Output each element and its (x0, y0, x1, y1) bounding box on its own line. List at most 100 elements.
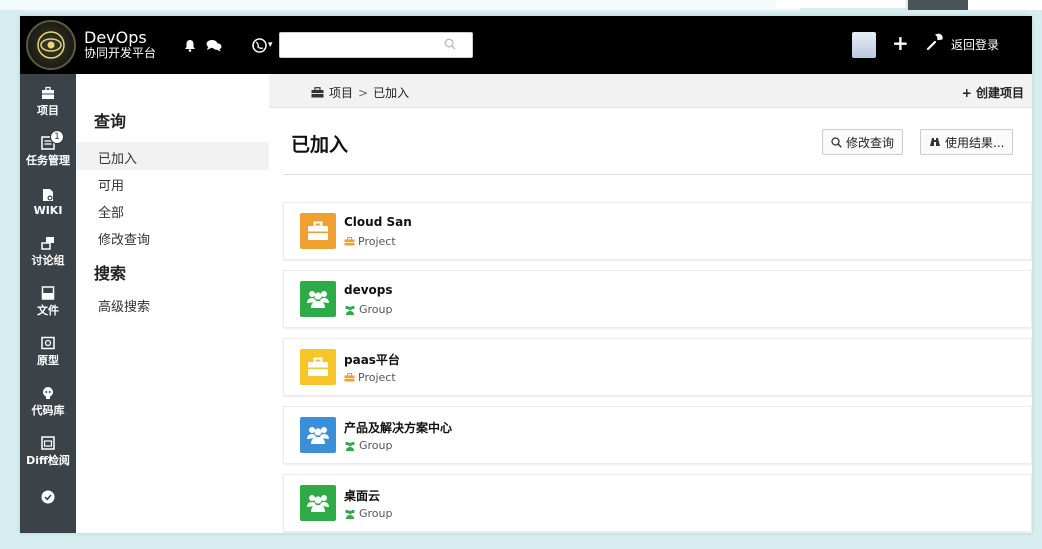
rail-label: Diff检阅 (26, 454, 70, 467)
app-logo[interactable] (26, 20, 76, 70)
modify-query-label: 修改查询 (846, 135, 895, 150)
result-title[interactable]: devops (344, 283, 393, 297)
globe-icon (252, 37, 267, 53)
result-type: Group (344, 303, 393, 316)
rail-item-more[interactable] (20, 490, 76, 504)
bell-icon[interactable] (184, 39, 196, 52)
background-panel (0, 0, 800, 10)
rail-item-files[interactable]: 文件 (20, 286, 76, 318)
filter-all[interactable]: 全部 (98, 202, 124, 221)
briefcase-icon (344, 373, 355, 382)
rail-item-prototype[interactable]: 原型 (20, 336, 76, 368)
file-icon (41, 286, 55, 300)
brand-subtitle: 协同开发平台 (84, 46, 157, 61)
plus-icon[interactable]: + (892, 31, 909, 55)
result-title[interactable]: 桌面云 (344, 487, 380, 504)
result-title[interactable]: paas平台 (344, 351, 400, 368)
wrench-icon[interactable] (926, 33, 944, 51)
user-avatar[interactable] (852, 32, 876, 58)
discussion-icon (41, 237, 54, 250)
breadcrumb-root[interactable]: 项目 (329, 84, 353, 101)
breadcrumb: 项目 > 已加入 (311, 84, 409, 101)
query-heading: 查询 (94, 112, 127, 131)
rail-item-code[interactable]: 代码库 (20, 386, 76, 418)
filter-sidebar: 查询 已加入 可用 全部 修改查询 搜索 高级搜索 (76, 74, 269, 533)
use-results-label: 使用结果... (945, 135, 1005, 150)
group-tile[interactable] (300, 281, 336, 317)
rail-label: 讨论组 (31, 254, 65, 267)
github-icon (43, 387, 53, 399)
briefcase-icon (344, 237, 355, 246)
check-icon (41, 490, 55, 504)
result-title[interactable]: Cloud San (344, 215, 412, 229)
divider (283, 174, 1032, 175)
group-icon (307, 427, 329, 444)
result-card[interactable]: 产品及解决方案中心 Group (283, 406, 1032, 464)
result-card[interactable]: devops Group (283, 270, 1032, 328)
search-icon[interactable] (444, 38, 456, 50)
wiki-icon (43, 189, 53, 201)
rail-item-tasks[interactable]: 1 任务管理 (20, 130, 76, 168)
project-tile[interactable] (300, 213, 336, 249)
group-tile[interactable] (300, 417, 336, 453)
page-title: 已加入 (291, 134, 349, 156)
search-heading: 搜索 (94, 264, 127, 283)
binoculars-icon (930, 138, 940, 146)
result-type-label: Group (359, 507, 393, 520)
main-content: 项目 > 已加入 + 创建项目 已加入 修改查询 使用结果... Cloud S… (269, 74, 1032, 533)
rail-item-diff[interactable]: Diff检阅 (20, 436, 76, 468)
globe-menu[interactable]: ▾ (252, 37, 273, 53)
group-icon (345, 305, 355, 315)
background-panel (968, 0, 1042, 10)
briefcase-icon (42, 86, 54, 99)
task-count-badge: 1 (50, 130, 64, 144)
result-card[interactable]: Cloud San Project (283, 202, 1032, 260)
rail-item-discussion[interactable]: 讨论组 (20, 236, 76, 268)
result-title[interactable]: 产品及解决方案中心 (344, 419, 452, 436)
rail-label: 任务管理 (26, 154, 70, 167)
briefcase-icon (308, 221, 328, 240)
rail-item-projects[interactable]: 项目 (20, 86, 76, 118)
project-tile[interactable] (300, 349, 336, 385)
rail-label: WIKI (33, 204, 63, 217)
brand-name: DevOps (84, 28, 147, 48)
group-icon (345, 441, 355, 451)
breadcrumb-current: 已加入 (373, 86, 410, 100)
briefcase-icon (311, 87, 324, 98)
modify-query-button[interactable]: 修改查询 (822, 129, 904, 155)
rail-label: 文件 (37, 304, 59, 317)
app-window: DevOps 协同开发平台 ▾ + 返回登录 项目 1 任务管理 WIKI 讨论… (20, 16, 1032, 533)
result-type: Group (344, 507, 393, 520)
prototype-icon (41, 336, 55, 350)
advanced-search-link[interactable]: 高级搜索 (98, 296, 150, 315)
background-panel (908, 0, 968, 10)
filter-joined[interactable]: 已加入 (98, 148, 137, 167)
filter-available[interactable]: 可用 (98, 175, 124, 194)
result-type: Project (344, 235, 396, 248)
result-type-label: Group (359, 439, 393, 452)
search-icon (831, 136, 842, 148)
brand[interactable]: DevOps 协同开发平台 (84, 28, 157, 61)
group-icon (307, 291, 329, 308)
breadcrumb-separator: > (358, 85, 369, 100)
briefcase-icon (308, 357, 328, 376)
result-type-label: Group (359, 303, 393, 316)
search-field[interactable] (278, 32, 473, 58)
create-project-button[interactable]: + 创建项目 (962, 84, 1024, 101)
group-icon (345, 509, 355, 519)
filter-modify-query[interactable]: 修改查询 (98, 229, 150, 248)
breadcrumb-bar: 项目 > 已加入 + 创建项目 (269, 74, 1032, 108)
background-panel (776, 0, 906, 8)
result-card[interactable]: 桌面云 Group (283, 474, 1032, 532)
use-results-button[interactable]: 使用结果... (920, 129, 1014, 155)
rail-label: 项目 (37, 104, 59, 117)
rail-label: 原型 (37, 354, 59, 367)
group-tile[interactable] (300, 485, 336, 521)
logo-eye-icon (37, 31, 65, 59)
return-login-link[interactable]: 返回登录 (951, 36, 999, 53)
chevron-down-icon: ▾ (268, 40, 273, 50)
chat-icon[interactable] (206, 39, 222, 52)
rail-label: 代码库 (31, 404, 65, 417)
result-card[interactable]: paas平台 Project (283, 338, 1032, 396)
rail-item-wiki[interactable]: WIKI (20, 188, 76, 217)
